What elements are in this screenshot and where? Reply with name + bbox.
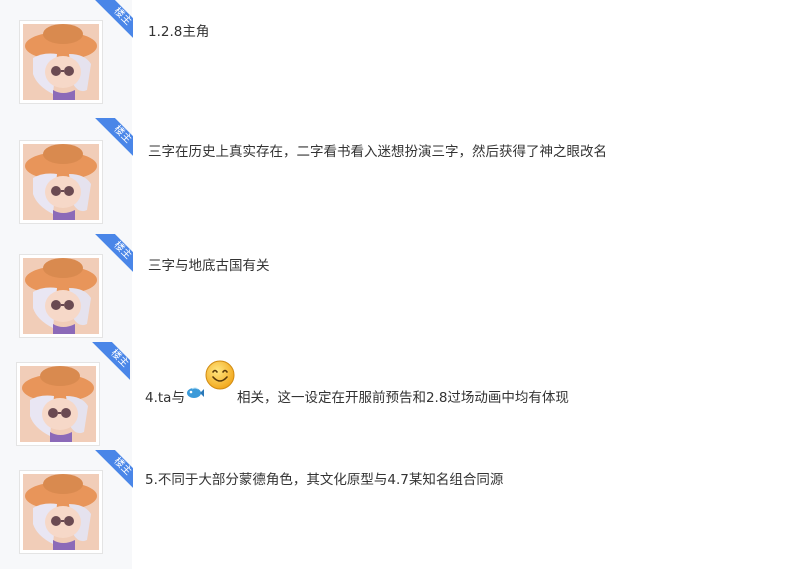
avatar-image <box>23 24 99 100</box>
op-badge-label: 楼主 <box>93 450 133 490</box>
avatar-image <box>23 144 99 220</box>
avatar-art-icon <box>20 366 96 442</box>
post-content: 1.2.8主角 <box>148 22 209 42</box>
post-text-segment: 5.不同于大部分蒙德角色，其文化原型与4.7某知名组合同源 <box>145 472 504 488</box>
avatar-art-icon <box>23 24 99 100</box>
post: 楼主 三字在历史上真实存在，二字看书看入迷想扮演三字，然后获得了神之眼改名 <box>0 118 789 230</box>
avatar-image <box>20 366 96 442</box>
post-text-segment: 三字在历史上真实存在，二字看书看入迷想扮演三字，然后获得了神之眼改名 <box>148 144 607 160</box>
op-badge: 楼主 <box>93 450 133 490</box>
post-text-segment: 三字与地底古国有关 <box>148 258 270 274</box>
avatar-art-icon <box>23 258 99 334</box>
post-text-segment: 4.ta与 <box>145 390 185 406</box>
avatar-image <box>23 474 99 550</box>
avatar[interactable] <box>19 254 103 338</box>
op-badge-label: 楼主 <box>93 118 133 158</box>
op-badge: 楼主 <box>93 234 133 274</box>
post-content: 三字与地底古国有关 <box>148 256 270 276</box>
avatar-image <box>23 258 99 334</box>
op-badge-label: 楼主 <box>93 234 133 274</box>
post: 楼主 5.不同于大部分蒙德角色，其文化原型与4.7某知名组合同源 <box>0 450 789 562</box>
avatar[interactable] <box>19 20 103 104</box>
avatar-art-icon <box>23 144 99 220</box>
post: 楼主 三字与地底古国有关 <box>0 234 789 346</box>
op-badge: 楼主 <box>90 342 130 382</box>
post: 楼主 1.2.8主角 <box>0 0 789 112</box>
avatar-art-icon <box>23 474 99 550</box>
op-badge: 楼主 <box>93 118 133 158</box>
post-content: 4.ta与 相关，这一设定在开服前预告和2.8过场动画中均有体现 <box>145 360 569 408</box>
post-content: 三字在历史上真实存在，二字看书看入迷想扮演三字，然后获得了神之眼改名 <box>148 142 607 162</box>
avatar[interactable] <box>16 362 100 446</box>
smiley-emoji-icon <box>205 360 235 396</box>
op-badge-label: 楼主 <box>90 342 130 382</box>
fish-emoji-icon <box>186 386 204 406</box>
post: 楼主 4.ta与 相关，这一设定在开服前预告和2.8过场动画中均有体现 <box>0 342 789 454</box>
avatar[interactable] <box>19 140 103 224</box>
op-badge: 楼主 <box>93 0 133 40</box>
avatar[interactable] <box>19 470 103 554</box>
post-content: 5.不同于大部分蒙德角色，其文化原型与4.7某知名组合同源 <box>145 470 503 490</box>
op-badge-label: 楼主 <box>93 0 133 40</box>
post-text-segment: 1.2.8主角 <box>148 24 210 40</box>
post-text-segment: 相关，这一设定在开服前预告和2.8过场动画中均有体现 <box>236 390 569 406</box>
